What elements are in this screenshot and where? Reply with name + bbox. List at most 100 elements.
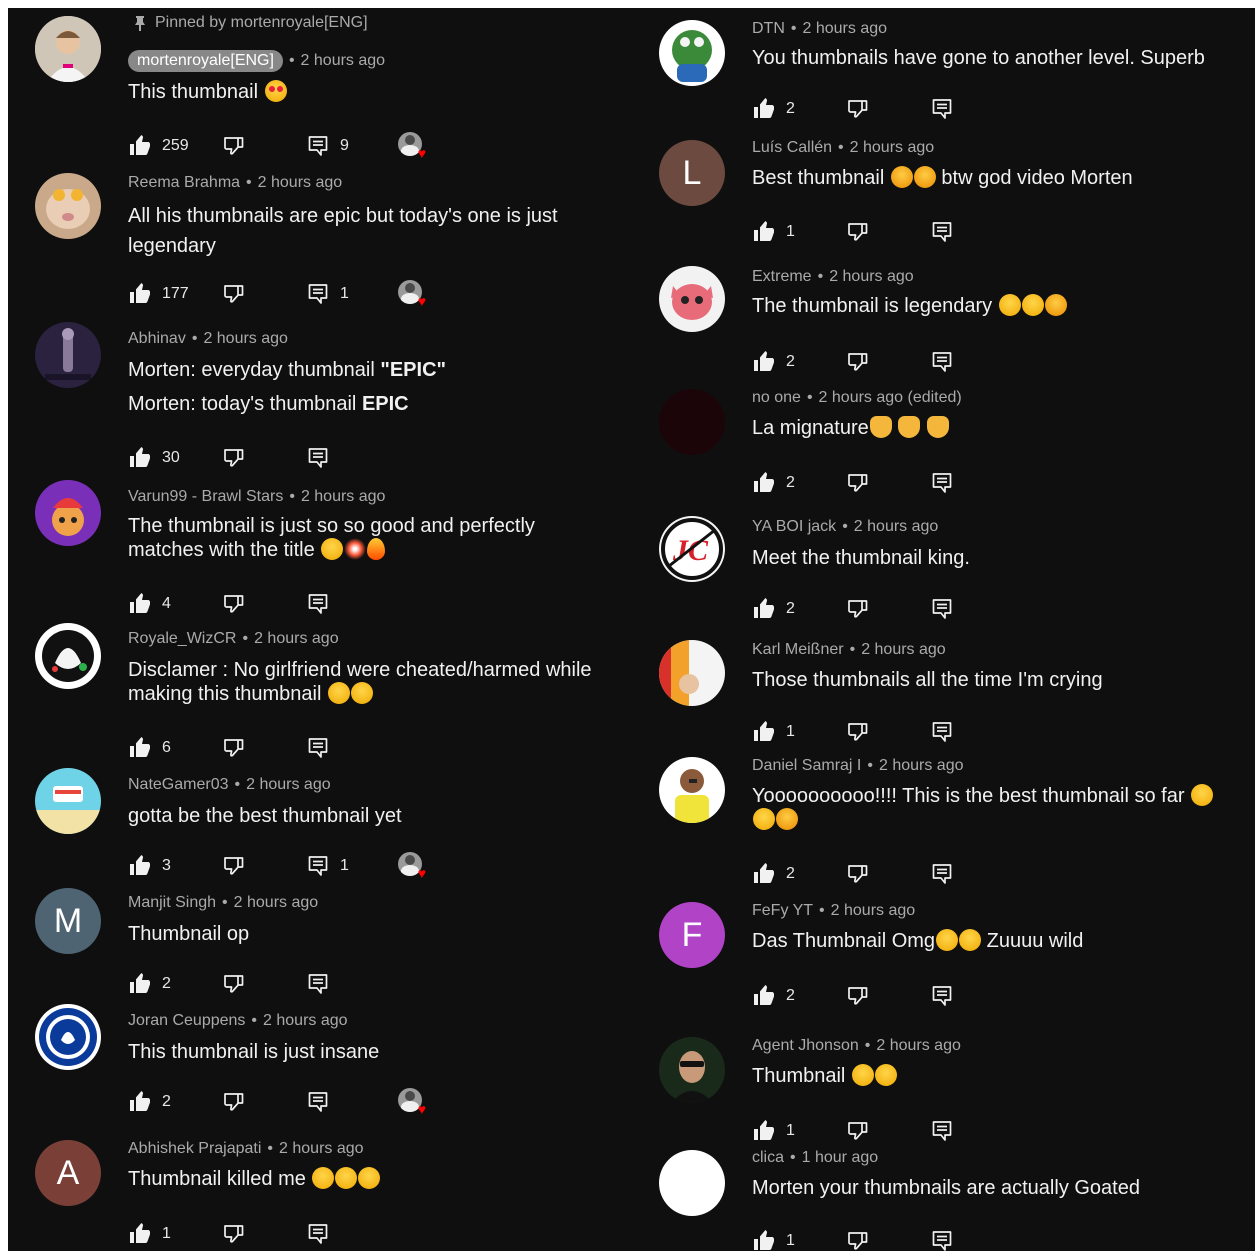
avatar[interactable] (659, 389, 725, 455)
dislike-button[interactable] (846, 860, 870, 888)
comment-author[interactable]: Abhinav (128, 330, 186, 348)
comment-time[interactable]: 2 hours ago (301, 488, 386, 506)
like-button[interactable]: 2 (128, 1088, 171, 1116)
avatar[interactable]: M (35, 888, 101, 954)
like-button[interactable]: 1 (752, 718, 795, 746)
dislike-button[interactable] (222, 852, 246, 880)
comment-author[interactable]: FeFy YT (752, 902, 813, 920)
like-button[interactable]: 1 (752, 1227, 795, 1251)
dislike-button[interactable] (222, 1220, 246, 1248)
comment-time[interactable]: 2 hours ago (263, 1012, 348, 1030)
dislike-button[interactable] (846, 982, 870, 1010)
comment-author[interactable]: Karl Meißner (752, 641, 844, 659)
avatar[interactable]: L (659, 140, 725, 206)
dislike-button[interactable] (846, 348, 870, 376)
comment-author[interactable]: clica (752, 1149, 784, 1167)
reply-button[interactable] (930, 1117, 954, 1145)
reply-button[interactable] (930, 595, 954, 623)
dislike-button[interactable] (222, 590, 246, 618)
reply-button[interactable] (930, 348, 954, 376)
reply-button[interactable] (930, 95, 954, 123)
comment-author[interactable]: Royale_WizCR (128, 630, 236, 648)
dislike-button[interactable] (846, 595, 870, 623)
like-button[interactable]: 2 (752, 595, 795, 623)
like-button[interactable]: 2 (752, 860, 795, 888)
comment-author[interactable]: Abhishek Prajapati (128, 1140, 261, 1158)
comment-time[interactable]: 2 hours ago (829, 268, 914, 286)
comment-author[interactable]: mortenroyale[ENG] (128, 50, 283, 72)
dislike-button[interactable] (846, 469, 870, 497)
dislike-button[interactable] (846, 218, 870, 246)
dislike-button[interactable] (222, 734, 246, 762)
reply-button[interactable] (306, 444, 330, 472)
reply-button[interactable] (306, 734, 330, 762)
avatar[interactable] (659, 266, 725, 332)
comment-author[interactable]: Daniel Samraj I (752, 757, 861, 775)
comment-author[interactable]: NateGamer03 (128, 776, 229, 794)
dislike-button[interactable] (222, 280, 246, 308)
avatar[interactable] (659, 757, 725, 823)
reply-button[interactable]: 1 (306, 852, 349, 880)
reply-button[interactable] (930, 1227, 954, 1251)
like-button[interactable]: 4 (128, 590, 171, 618)
avatar[interactable] (35, 768, 101, 834)
dislike-button[interactable] (222, 970, 246, 998)
avatar[interactable] (35, 173, 101, 239)
reply-button[interactable] (930, 218, 954, 246)
dislike-button[interactable] (222, 1088, 246, 1116)
reply-button[interactable] (306, 1088, 330, 1116)
reply-button[interactable] (930, 718, 954, 746)
comment-time[interactable]: 2 hours ago (879, 757, 964, 775)
reply-button[interactable] (306, 970, 330, 998)
reply-button[interactable] (306, 590, 330, 618)
comment-time[interactable]: 2 hours ago (258, 174, 343, 192)
avatar[interactable]: JC (659, 516, 725, 582)
avatar[interactable] (35, 1004, 101, 1070)
comment-author[interactable]: Manjit Singh (128, 894, 216, 912)
comment-time[interactable]: 2 hours ago (876, 1037, 961, 1055)
comment-author[interactable]: DTN (752, 20, 785, 38)
comment-time[interactable]: 2 hours ago (234, 894, 319, 912)
comment-author[interactable]: Joran Ceuppens (128, 1012, 245, 1030)
dislike-button[interactable] (846, 95, 870, 123)
comment-time[interactable]: 1 hour ago (802, 1149, 879, 1167)
comment-author[interactable]: YA BOI jack (752, 518, 836, 536)
like-button[interactable]: 2 (752, 982, 795, 1010)
comment-time[interactable]: 2 hours ago (831, 902, 916, 920)
like-button[interactable]: 1 (128, 1220, 171, 1248)
like-button[interactable]: 30 (128, 444, 180, 472)
avatar[interactable] (35, 480, 101, 546)
reply-button[interactable] (930, 860, 954, 888)
comment-time[interactable]: 2 hours ago (301, 52, 386, 70)
comment-time[interactable]: 2 hours ago (246, 776, 331, 794)
reply-button[interactable] (930, 469, 954, 497)
comment-time[interactable]: 2 hours ago (850, 139, 935, 157)
avatar[interactable] (659, 1150, 725, 1216)
dislike-button[interactable] (222, 132, 246, 160)
comment-time[interactable]: 2 hours ago (279, 1140, 364, 1158)
like-button[interactable]: 1 (752, 218, 795, 246)
reply-button[interactable] (306, 1220, 330, 1248)
comment-time[interactable]: 2 hours ago (254, 630, 339, 648)
comment-time[interactable]: 2 hours ago (203, 330, 288, 348)
reply-button[interactable]: 1 (306, 280, 349, 308)
comment-author[interactable]: Luís Callén (752, 139, 832, 157)
comment-time[interactable]: 2 hours ago (edited) (819, 389, 962, 407)
comment-time[interactable]: 2 hours ago (861, 641, 946, 659)
comment-author[interactable]: Varun99 - Brawl Stars (128, 488, 283, 506)
comment-author[interactable]: no one (752, 389, 801, 407)
avatar[interactable] (659, 1037, 725, 1103)
avatar[interactable]: A (35, 1140, 101, 1206)
avatar[interactable] (659, 20, 725, 86)
like-button[interactable]: 3 (128, 852, 171, 880)
dislike-button[interactable] (846, 1227, 870, 1251)
avatar[interactable] (659, 640, 725, 706)
dislike-button[interactable] (846, 718, 870, 746)
avatar[interactable] (35, 322, 101, 388)
like-button[interactable]: 259 (128, 132, 189, 160)
reply-button[interactable] (930, 982, 954, 1010)
comment-author[interactable]: Extreme (752, 268, 812, 286)
comment-author[interactable]: Reema Brahma (128, 174, 240, 192)
like-button[interactable]: 6 (128, 734, 171, 762)
comment-time[interactable]: 2 hours ago (803, 20, 888, 38)
